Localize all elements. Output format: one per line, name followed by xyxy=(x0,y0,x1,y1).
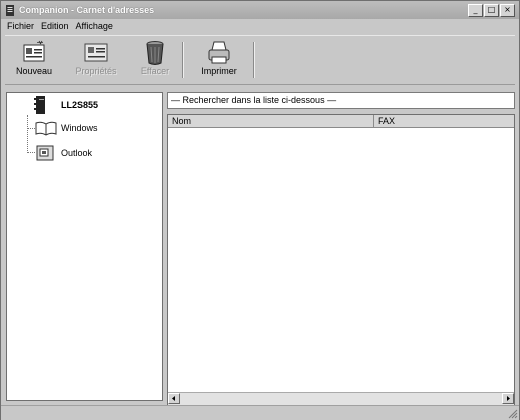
contact-panel: — Rechercher dans la liste ci-dessous — … xyxy=(167,92,515,406)
new-button[interactable]: Nouveau xyxy=(9,36,59,82)
window-title: Companion - Carnet d'adresses xyxy=(19,5,155,15)
address-book-icon xyxy=(34,96,45,114)
toolbar-separator xyxy=(182,42,184,78)
horizontal-scrollbar[interactable] xyxy=(168,392,514,405)
arrow-left-icon xyxy=(172,396,175,401)
window-controls: _ □ × xyxy=(468,4,515,17)
app-icon xyxy=(5,4,15,16)
column-header-nom[interactable]: Nom xyxy=(168,115,374,127)
arrow-right-icon xyxy=(507,396,510,401)
printer-icon xyxy=(208,41,230,64)
menu-bar: Fichier Edition Affichage xyxy=(1,21,113,33)
properties-card-icon xyxy=(84,43,108,62)
outlook-card-icon xyxy=(36,145,54,161)
resize-grip-icon[interactable] xyxy=(506,407,518,419)
status-bar xyxy=(1,405,519,420)
new-button-label: Nouveau xyxy=(15,66,53,76)
toolbar-separator xyxy=(253,42,255,78)
column-headers: Nom FAX xyxy=(168,115,514,128)
tree-connector xyxy=(27,128,35,129)
open-book-icon xyxy=(35,121,57,136)
tree-item-label: Windows xyxy=(61,123,98,133)
title-bar: Companion - Carnet d'adresses _ □ × xyxy=(1,1,519,19)
scroll-right-button[interactable] xyxy=(502,393,514,404)
tree-item-windows[interactable]: Windows xyxy=(35,120,98,136)
close-button[interactable]: × xyxy=(500,4,515,17)
search-field[interactable]: — Rechercher dans la liste ci-dessous — xyxy=(167,92,515,109)
tree-root[interactable]: LL2S855 xyxy=(33,95,98,115)
menu-affichage[interactable]: Affichage xyxy=(76,21,113,33)
contact-list[interactable]: Nom FAX xyxy=(167,114,515,406)
trash-icon xyxy=(146,41,164,65)
delete-button[interactable]: Effacer xyxy=(133,36,177,82)
search-label: — Rechercher dans la liste ci-dessous — xyxy=(171,95,337,105)
tree-connector xyxy=(27,115,28,153)
address-book-tree: LL2S855 Windows Outlook xyxy=(6,92,163,401)
minimize-button[interactable]: _ xyxy=(468,4,483,17)
tree-connector xyxy=(27,152,35,153)
print-button[interactable]: Imprimer xyxy=(191,36,247,82)
app-window: Companion - Carnet d'adresses _ □ × Fich… xyxy=(0,0,520,420)
print-button-label: Imprimer xyxy=(201,66,237,76)
delete-button-label: Effacer xyxy=(140,66,170,76)
menu-edition[interactable]: Edition xyxy=(41,21,69,33)
tree-root-label: LL2S855 xyxy=(61,100,99,110)
maximize-button[interactable]: □ xyxy=(484,4,499,17)
toolbar: Nouveau Propriétés Effacer Imprimer xyxy=(5,35,515,85)
properties-button[interactable]: Propriétés xyxy=(67,36,125,82)
new-contact-icon xyxy=(23,40,45,62)
column-header-fax[interactable]: FAX xyxy=(374,115,514,127)
scroll-left-button[interactable] xyxy=(168,393,180,404)
tree-item-label: Outlook xyxy=(61,148,93,158)
properties-button-label: Propriétés xyxy=(75,66,117,76)
tree-item-outlook[interactable]: Outlook xyxy=(35,144,92,162)
menu-fichier[interactable]: Fichier xyxy=(7,21,34,33)
